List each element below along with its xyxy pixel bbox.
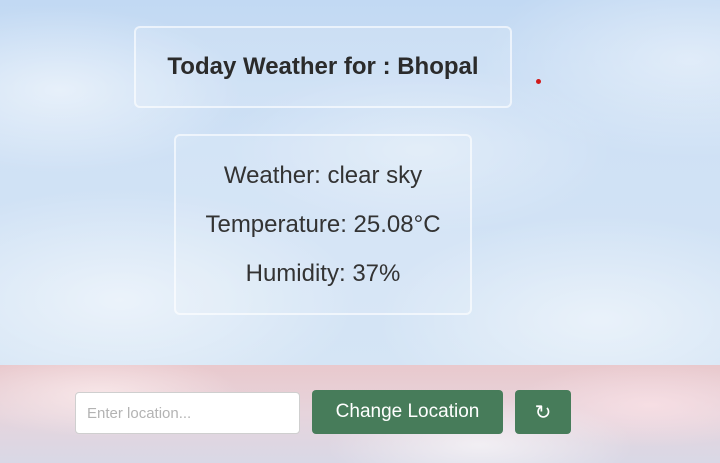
- red-dot-indicator: [536, 79, 541, 84]
- change-location-button[interactable]: Change Location: [312, 390, 503, 434]
- refresh-button[interactable]: ↻: [515, 390, 571, 434]
- page-title: Today Weather for : Bhopal: [167, 53, 479, 80]
- weather-info-card: Weather: clear sky Temperature: 25.08°C …: [174, 134, 472, 315]
- weather-condition: Weather: clear sky: [223, 162, 423, 189]
- title-card: Today Weather for : Bhopal: [134, 26, 512, 108]
- weather-humidity: Humidity: 37%: [245, 260, 401, 287]
- location-input[interactable]: [75, 392, 300, 434]
- weather-temperature: Temperature: 25.08°C: [205, 211, 441, 238]
- refresh-icon: ↻: [534, 400, 552, 424]
